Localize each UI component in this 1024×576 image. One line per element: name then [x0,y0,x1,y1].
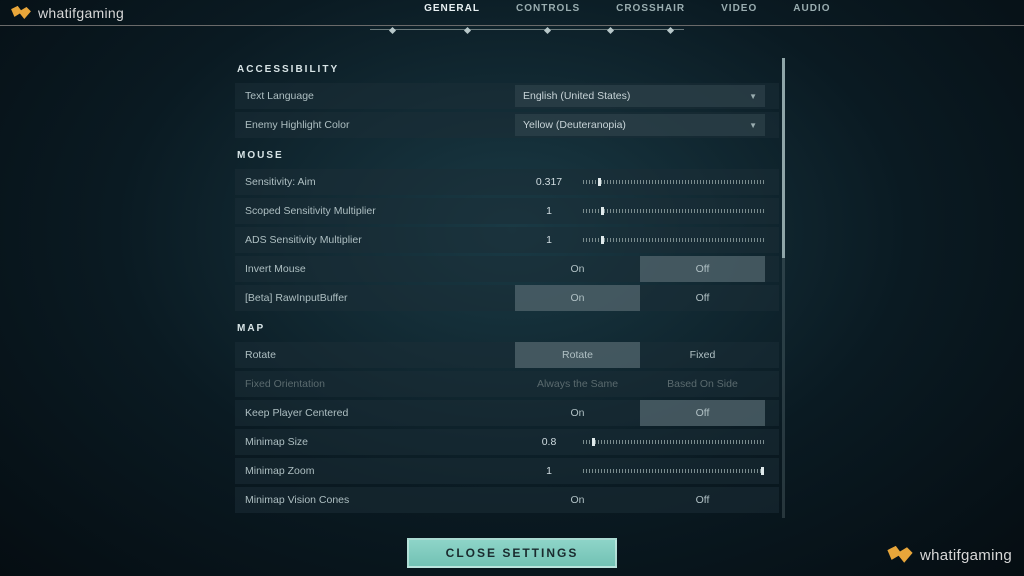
brand-icon [10,4,32,22]
tab-audio[interactable]: AUDIO [793,3,830,22]
watermark: whatifgaming [886,544,1012,566]
chevron-down-icon: ▼ [749,92,757,101]
label-enemy-highlight: Enemy Highlight Color [235,119,515,131]
brand-text: whatifgaming [38,5,124,21]
label-ads-mult: ADS Sensitivity Multiplier [235,234,515,246]
toggle-vision-cones[interactable]: On Off [515,487,765,513]
label-minimap-size: Minimap Size [235,436,515,448]
scrollbar[interactable] [782,58,785,518]
slider-sensitivity-aim[interactable] [583,180,765,184]
chevron-down-icon: ▼ [749,121,757,130]
brand-logo: whatifgaming [10,4,124,22]
value-minimap-zoom[interactable]: 1 [515,465,583,477]
slider-ads-mult[interactable] [583,238,765,242]
section-mouse: MOUSE [237,150,779,161]
tab-crosshair[interactable]: CROSSHAIR [616,3,685,22]
slider-minimap-size[interactable] [583,440,765,444]
label-raw-input: [Beta] RawInputBuffer [235,292,515,304]
dropdown-enemy-highlight[interactable]: Yellow (Deuteranopia) ▼ [515,114,765,136]
value-ads-mult[interactable]: 1 [515,234,583,246]
label-vision-cones: Minimap Vision Cones [235,494,515,506]
section-accessibility: ACCESSIBILITY [237,64,779,75]
label-minimap-zoom: Minimap Zoom [235,465,515,477]
label-invert-mouse: Invert Mouse [235,263,515,275]
value-sensitivity-aim[interactable]: 0.317 [515,176,583,188]
toggle-keep-centered[interactable]: On Off [515,400,765,426]
value-scoped-mult[interactable]: 1 [515,205,583,217]
settings-tabs: GENERAL CONTROLS CROSSHAIR VIDEO AUDIO [424,3,830,22]
section-map: MAP [237,323,779,334]
tab-controls[interactable]: CONTROLS [516,3,580,22]
scrollbar-thumb[interactable] [782,58,785,258]
label-keep-centered: Keep Player Centered [235,407,515,419]
label-text-language: Text Language [235,90,515,102]
brand-icon [886,544,914,566]
label-fixed-orientation: Fixed Orientation [235,378,515,390]
tab-video[interactable]: VIDEO [721,3,757,22]
toggle-rotate[interactable]: Rotate Fixed [515,342,765,368]
slider-minimap-zoom[interactable] [583,469,765,473]
label-sensitivity-aim: Sensitivity: Aim [235,176,515,188]
slider-scoped-mult[interactable] [583,209,765,213]
label-rotate: Rotate [235,349,515,361]
value-minimap-size[interactable]: 0.8 [515,436,583,448]
toggle-raw-input[interactable]: On Off [515,285,765,311]
toggle-fixed-orientation: Always the Same Based On Side [515,371,765,397]
dropdown-text-language[interactable]: English (United States) ▼ [515,85,765,107]
settings-panel: ACCESSIBILITY Text Language English (Uni… [235,58,779,518]
toggle-invert-mouse[interactable]: On Off [515,256,765,282]
watermark-text: whatifgaming [920,547,1012,564]
tab-general[interactable]: GENERAL [424,3,480,22]
tab-indicator-line [370,26,684,34]
close-settings-button[interactable]: CLOSE SETTINGS [407,538,617,568]
label-scoped-mult: Scoped Sensitivity Multiplier [235,205,515,217]
